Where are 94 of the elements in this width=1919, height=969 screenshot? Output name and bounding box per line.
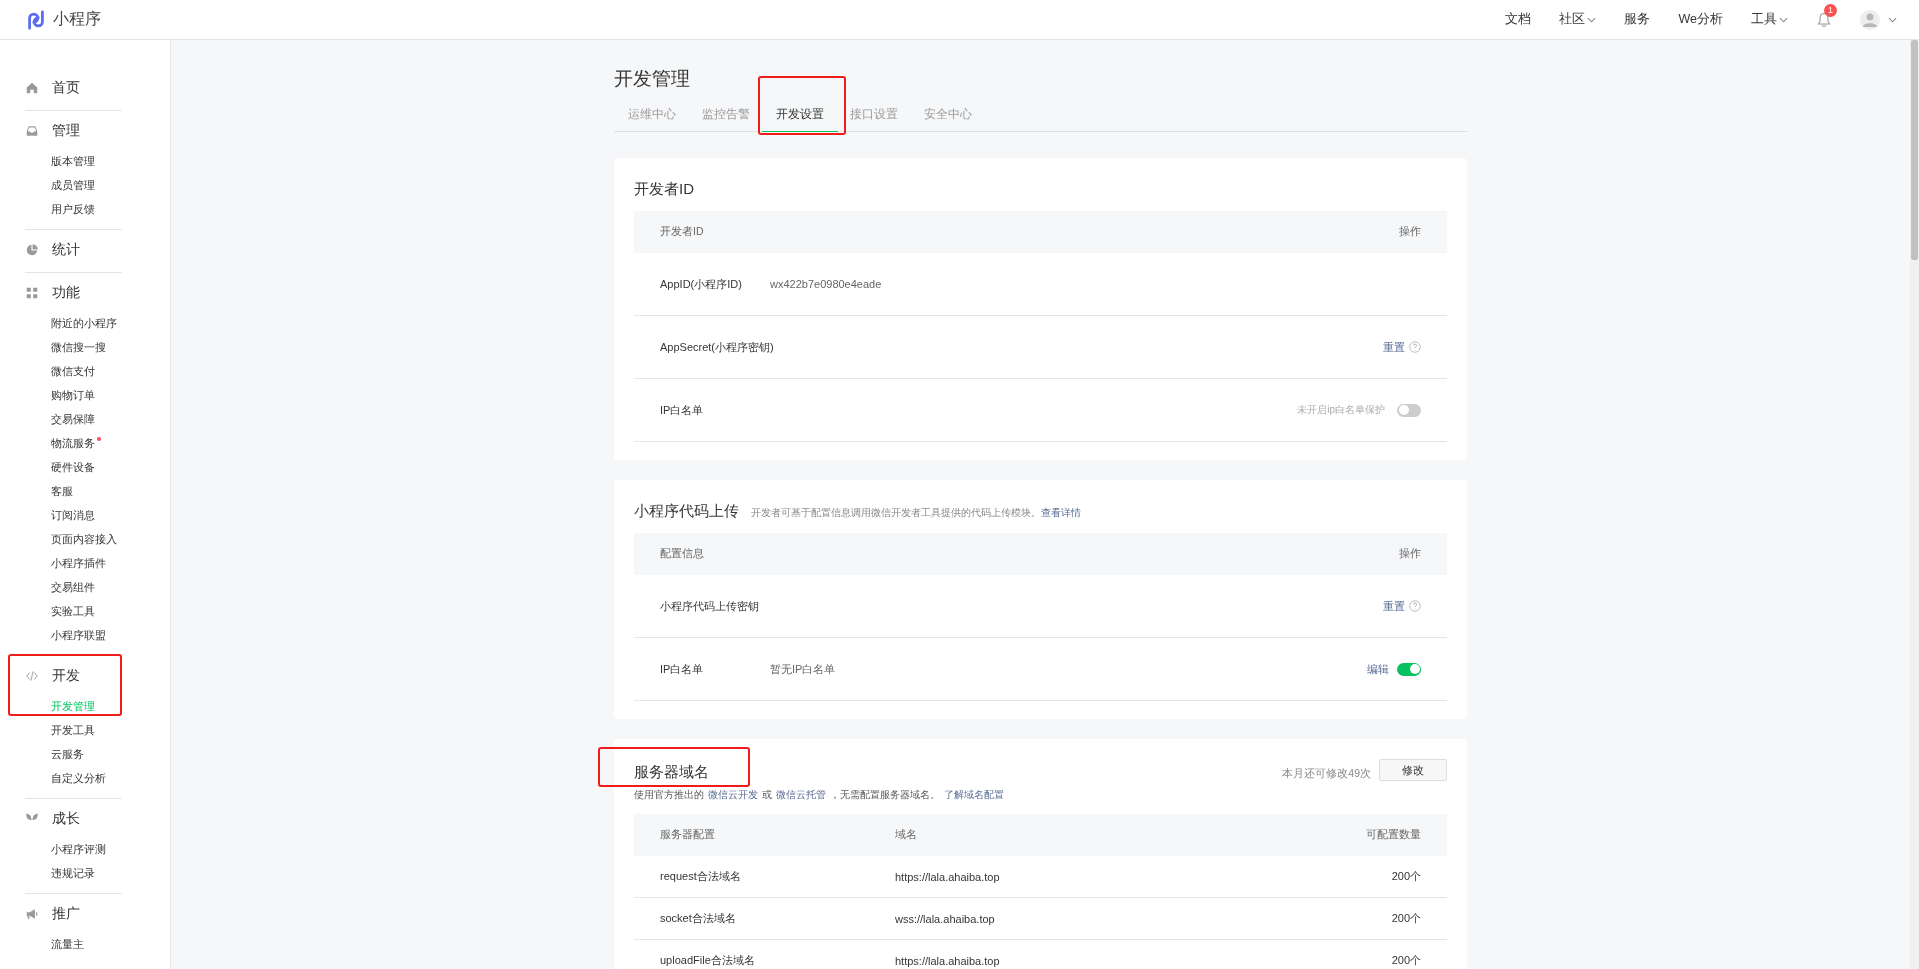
toggle-switch[interactable] bbox=[1397, 662, 1421, 676]
sidebar-group[interactable]: 功能 bbox=[52, 284, 80, 302]
tab[interactable]: 开发设置 bbox=[762, 100, 838, 132]
sidebar-item[interactable]: 成员管理 bbox=[51, 173, 95, 197]
card-title: 开发者ID bbox=[634, 180, 694, 199]
nav-link[interactable]: 工具 bbox=[1751, 11, 1788, 28]
megaphone-icon bbox=[25, 907, 39, 921]
table-cell-text: wss://lala.ahaiba.top bbox=[895, 912, 996, 925]
help-icon[interactable] bbox=[1409, 600, 1421, 612]
description-link[interactable]: 了解域名配置 bbox=[944, 788, 1004, 802]
table-cell-text: uploadFile合法域名 bbox=[660, 953, 756, 968]
sidebar-item[interactable]: 云服务 bbox=[51, 742, 84, 766]
row-label: IP白名单 bbox=[660, 661, 705, 677]
code-icon bbox=[25, 669, 39, 683]
sidebar-item[interactable]: 订阅消息 bbox=[51, 503, 95, 527]
sidebar-item[interactable]: 物流服务 bbox=[51, 431, 95, 455]
sidebar-item[interactable]: 附近的小程序 bbox=[51, 311, 117, 335]
table-cell: 200个 bbox=[1391, 953, 1421, 968]
action-link[interactable]: 重置 bbox=[1383, 598, 1405, 614]
avatar[interactable] bbox=[1860, 9, 1880, 30]
sidebar-group[interactable]: 管理 bbox=[52, 122, 80, 140]
description-link[interactable]: 微信云托管 bbox=[776, 788, 826, 802]
sidebar-item[interactable]: 交易保障 bbox=[51, 407, 95, 431]
table-cell-text: socket合法域名 bbox=[660, 911, 737, 926]
sidebar-item[interactable]: 实验工具 bbox=[51, 599, 95, 623]
sidebar-item[interactable]: 交易组件 bbox=[51, 575, 95, 599]
nav-link[interactable]: 服务 bbox=[1624, 11, 1651, 28]
toggle-switch[interactable] bbox=[1397, 403, 1421, 417]
sidebar-item[interactable]: 购物订单 bbox=[51, 383, 95, 407]
modify-button[interactable]: 修改 bbox=[1379, 759, 1447, 781]
column-header: 开发者ID bbox=[660, 225, 704, 239]
nav-link[interactable]: 文档 bbox=[1505, 11, 1532, 28]
row-label: AppSecret(小程序密钥) bbox=[660, 339, 774, 355]
sidebar-item[interactable]: 小程序评测 bbox=[51, 837, 106, 861]
row-value: 暂无IP白名单 bbox=[770, 661, 836, 677]
column-header: 配置信息 bbox=[660, 547, 704, 561]
toggle-note: 未开启ip白名单保护 bbox=[1297, 403, 1385, 417]
sidebar-item[interactable]: 开发工具 bbox=[51, 718, 95, 742]
logo-icon bbox=[25, 8, 47, 31]
card-title: 服务器域名 bbox=[634, 763, 710, 782]
action-link[interactable]: 重置 bbox=[1383, 339, 1405, 355]
grid-icon bbox=[25, 286, 39, 300]
table-cell: 200个 bbox=[1391, 911, 1421, 926]
sidebar-item[interactable]: 小程序联盟 bbox=[51, 623, 106, 647]
caret-icon[interactable] bbox=[1888, 16, 1897, 23]
column-header: 域名 bbox=[895, 828, 918, 842]
scrollbar-thumb[interactable] bbox=[1911, 40, 1918, 260]
description-text: 或 bbox=[762, 788, 772, 802]
sidebar-item[interactable]: 自定义分析 bbox=[51, 766, 106, 790]
description-text: ，无需配置服务器域名。 bbox=[830, 788, 940, 802]
row-label: AppID(小程序ID) bbox=[660, 276, 743, 292]
card-title: 小程序代码上传 bbox=[634, 502, 739, 521]
sidebar-item[interactable]: 客服 bbox=[51, 479, 73, 503]
sidebar-item[interactable]: 小程序插件 bbox=[51, 551, 106, 575]
bell-icon[interactable] bbox=[1816, 11, 1832, 28]
action-link[interactable]: 编辑 bbox=[1367, 661, 1389, 677]
page-title: 开发管理 bbox=[614, 67, 691, 91]
pie-chart-icon bbox=[25, 243, 39, 257]
description-text: 使用官方推出的 bbox=[634, 788, 704, 802]
sidebar-group[interactable]: 统计 bbox=[52, 241, 80, 259]
sidebar-item[interactable]: 用户反馈 bbox=[51, 197, 95, 221]
sidebar-item[interactable]: 违规记录 bbox=[51, 861, 95, 885]
column-header: 服务器配置 bbox=[660, 828, 716, 842]
help-icon[interactable] bbox=[1409, 341, 1421, 353]
table-cell: 200个 bbox=[1391, 869, 1421, 884]
sidebar-group[interactable]: 推广 bbox=[52, 905, 80, 923]
sidebar-group[interactable]: 开发 bbox=[52, 667, 80, 685]
column-header: 可配置数量 bbox=[1366, 828, 1421, 842]
table-cell-text: request合法域名 bbox=[660, 869, 742, 884]
sidebar-item[interactable]: 微信支付 bbox=[51, 359, 95, 383]
nav-link[interactable]: We分析 bbox=[1678, 11, 1723, 28]
nav-link[interactable]: 社区 bbox=[1559, 11, 1597, 28]
description-link[interactable]: 微信云开发 bbox=[708, 788, 758, 802]
sidebar-item[interactable]: 版本管理 bbox=[51, 149, 95, 173]
sidebar-group[interactable]: 成长 bbox=[52, 810, 80, 828]
table-cell-text: https://lala.ahaiba.top bbox=[895, 954, 1001, 967]
card-description: 开发者可基于配置信息调用微信开发者工具提供的代码上传模块。查看详情 bbox=[751, 506, 1081, 520]
sidebar-item[interactable]: 页面内容接入 bbox=[51, 527, 117, 551]
logo-text: 小程序 bbox=[53, 9, 101, 29]
sidebar-item[interactable]: 微信搜一搜 bbox=[51, 335, 106, 359]
row-label: IP白名单 bbox=[660, 402, 705, 418]
sidebar-group[interactable]: 首页 bbox=[52, 79, 80, 97]
column-header: 操作 bbox=[1399, 547, 1421, 561]
sidebar-item[interactable]: 流量主 bbox=[51, 932, 84, 956]
home-icon bbox=[25, 81, 39, 95]
table-cell-text: https://lala.ahaiba.top bbox=[895, 870, 1001, 883]
details-link[interactable]: 查看详情 bbox=[1041, 507, 1081, 518]
column-header: 操作 bbox=[1399, 225, 1421, 239]
sidebar-item[interactable]: 硬件设备 bbox=[51, 455, 95, 479]
row-value: wx422b7e0980e4eade bbox=[770, 278, 882, 290]
notification-badge: 1 bbox=[1824, 3, 1837, 17]
quota-text: 本月还可修改49次 bbox=[1282, 767, 1371, 781]
tray-icon bbox=[25, 124, 39, 138]
row-label: 小程序代码上传密钥 bbox=[660, 598, 760, 614]
